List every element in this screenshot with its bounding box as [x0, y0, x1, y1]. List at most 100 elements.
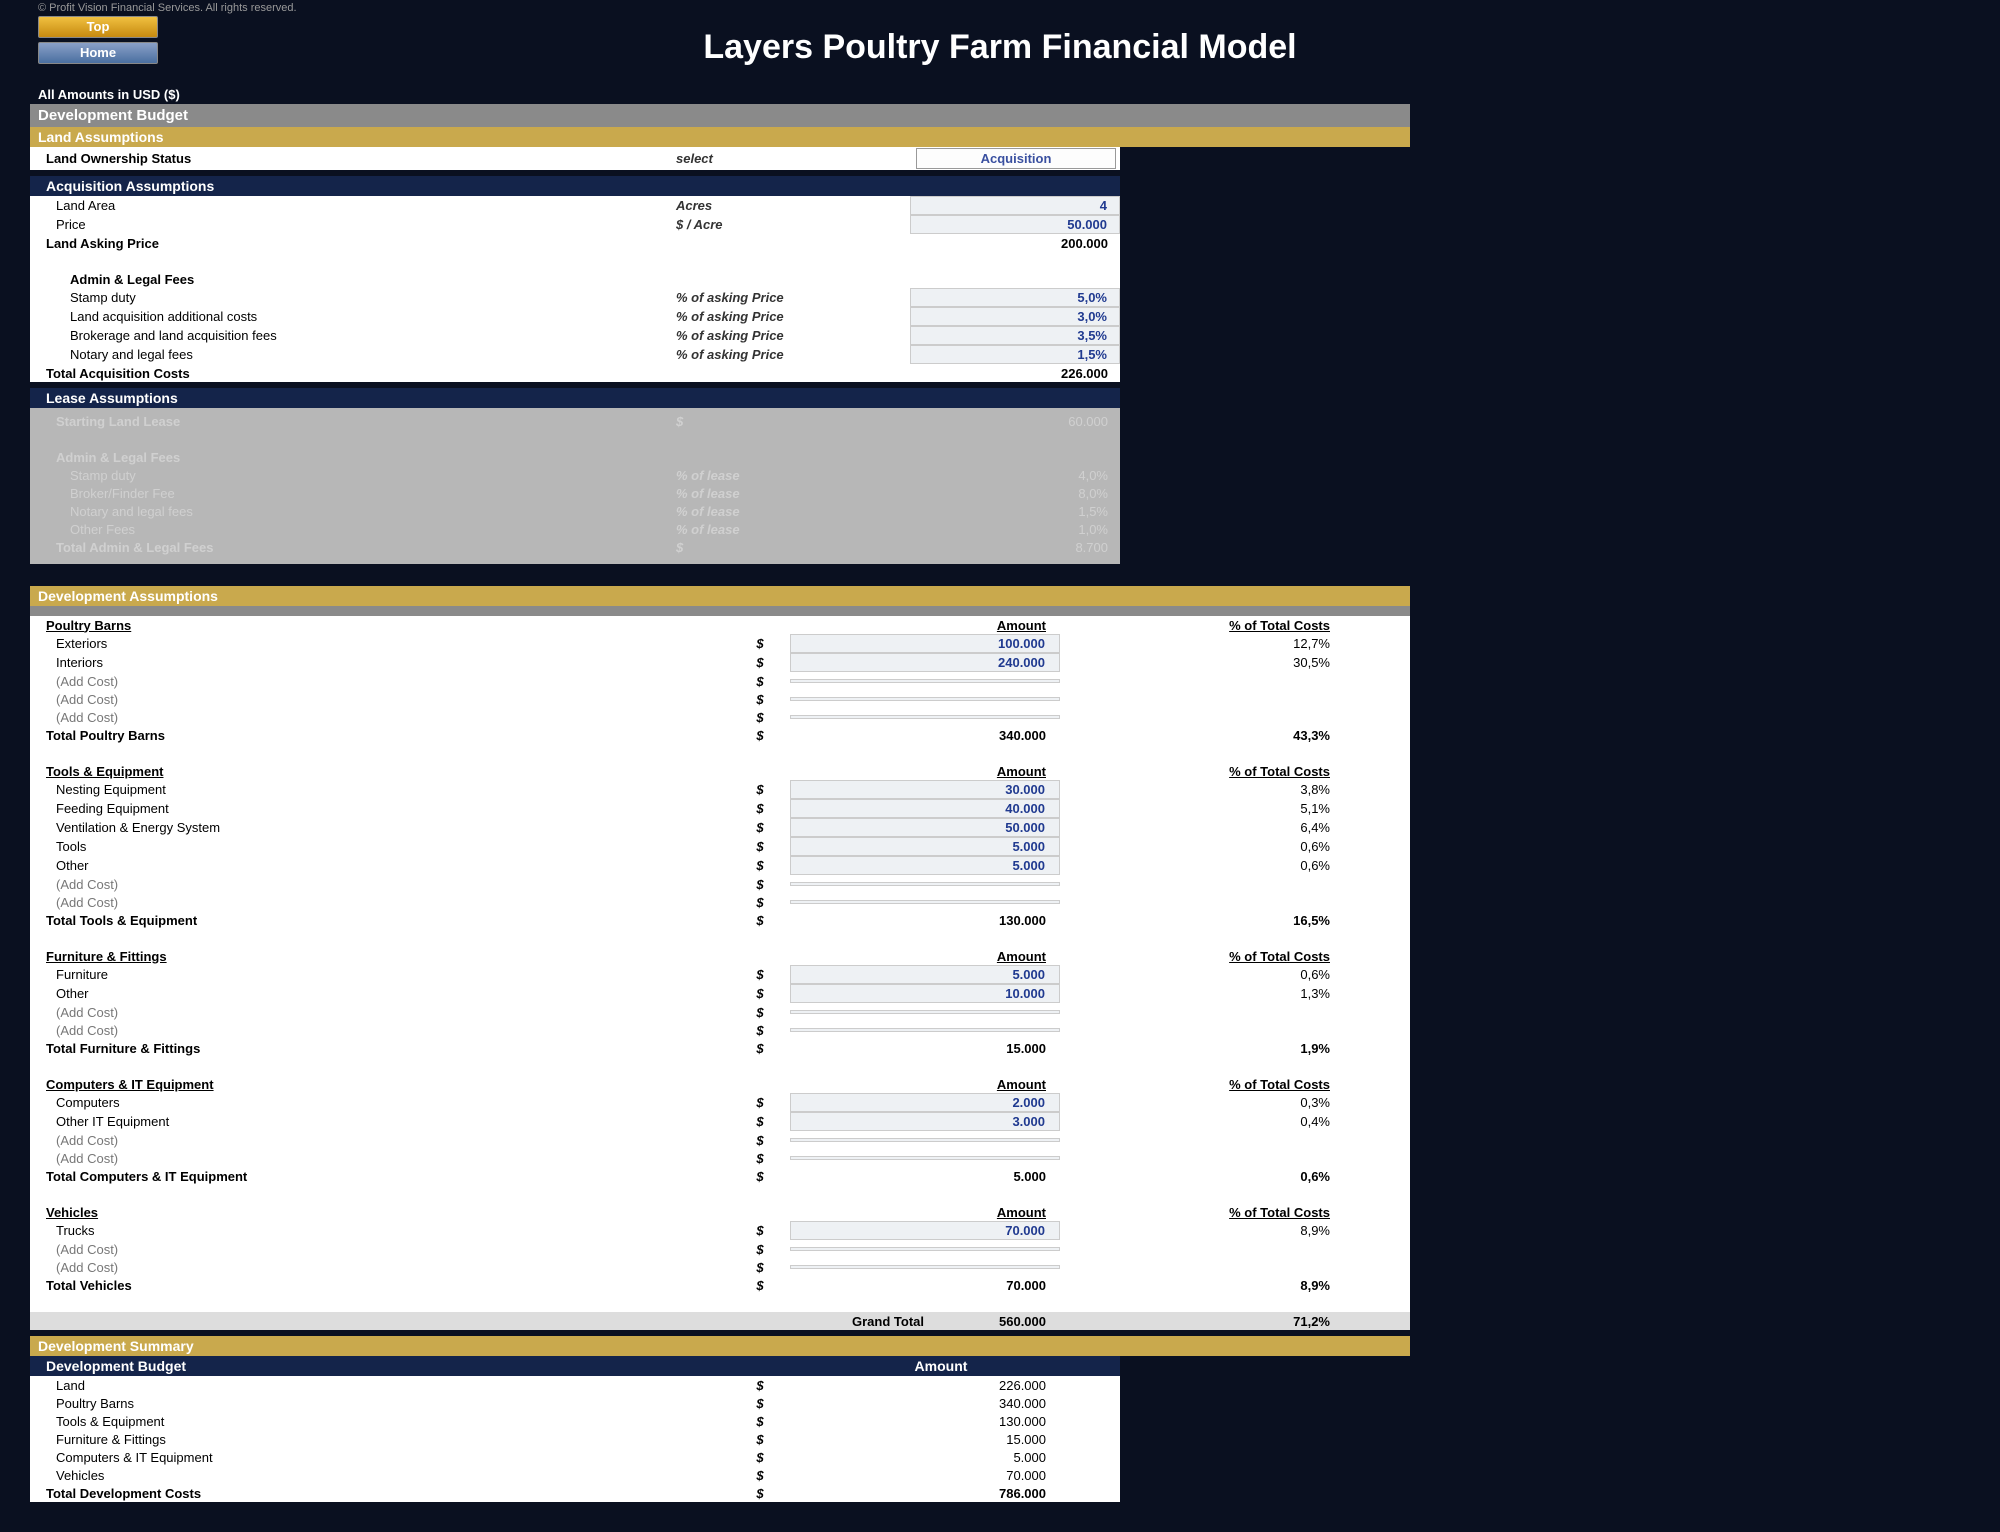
currency-unit: $ — [730, 635, 790, 652]
currency-unit: $ — [730, 673, 790, 690]
home-button[interactable]: Home — [38, 42, 158, 64]
section-heading-development-budget: Development Budget — [30, 104, 1410, 127]
dev-row-pct — [1100, 1011, 1360, 1013]
currency-unit: $ — [730, 1094, 790, 1111]
asking-price-label: Land Asking Price — [30, 235, 670, 252]
currency-unit: $ — [730, 1113, 790, 1130]
dev-row-pct: 12,7% — [1100, 635, 1360, 652]
summary-row-label: Furniture & Fittings — [30, 1431, 730, 1448]
summary-row-amt: 340.000 — [790, 1395, 1060, 1412]
currency-unit: $ — [730, 1467, 790, 1484]
lease-fee-value: 8,0% — [910, 485, 1120, 502]
acq-fee-input[interactable]: 3,0% — [910, 307, 1120, 326]
dev-amount-input[interactable]: 5.000 — [790, 856, 1060, 875]
dev-row-label: (Add Cost) — [30, 1259, 730, 1276]
currency-unit: $ — [730, 654, 790, 671]
dev-amount-input[interactable]: 5.000 — [790, 965, 1060, 984]
summary-row-amt: 15.000 — [790, 1431, 1060, 1448]
summary-row-label: Tools & Equipment — [30, 1413, 730, 1430]
lease-fees-heading: Admin & Legal Fees — [30, 449, 670, 466]
dev-amount-input[interactable]: 2.000 — [790, 1093, 1060, 1112]
acq-fee-unit: % of asking Price — [670, 308, 910, 325]
land-ownership-select[interactable]: Acquisition — [916, 148, 1116, 169]
summary-amount-heading: Amount — [806, 1358, 1076, 1374]
currency-unit: $ — [730, 1395, 790, 1412]
top-button[interactable]: Top — [38, 16, 158, 38]
currency-unit: $ — [730, 1241, 790, 1258]
currency-unit: $ — [730, 1150, 790, 1167]
group-heading: Vehicles — [30, 1204, 730, 1221]
currency-unit: $ — [730, 912, 790, 929]
price-unit: $ / Acre — [670, 216, 910, 233]
dev-row-label: (Add Cost) — [30, 691, 730, 708]
group-total-amt: 340.000 — [790, 727, 1060, 744]
dev-row-label: Nesting Equipment — [30, 781, 730, 798]
total-acq-label: Total Acquisition Costs — [30, 365, 670, 382]
dev-amount-input[interactable] — [790, 697, 1060, 701]
lease-total-label: Total Admin & Legal Fees — [30, 539, 670, 556]
group-total-pct: 16,5% — [1100, 912, 1360, 929]
dev-amount-input[interactable]: 50.000 — [790, 818, 1060, 837]
summary-row-amt: 70.000 — [790, 1467, 1060, 1484]
lease-fee-value: 1,0% — [910, 521, 1120, 538]
acq-fee-input[interactable]: 1,5% — [910, 345, 1120, 364]
dev-row-pct — [1100, 1029, 1360, 1031]
dev-amount-input[interactable] — [790, 1028, 1060, 1032]
section-heading-dev-summary: Development Summary — [30, 1336, 1410, 1356]
lease-total-unit: $ — [670, 539, 910, 556]
dev-row-pct: 1,3% — [1100, 985, 1360, 1002]
lease-start-label: Starting Land Lease — [30, 413, 670, 430]
group-total-label: Total Vehicles — [30, 1277, 730, 1294]
group-heading: Tools & Equipment — [30, 763, 730, 780]
land-area-input[interactable]: 4 — [910, 196, 1120, 215]
summary-row-label: Poultry Barns — [30, 1395, 730, 1412]
dev-row-label: Exteriors — [30, 635, 730, 652]
currency-unit: $ — [730, 1277, 790, 1294]
group-total-label: Total Tools & Equipment — [30, 912, 730, 929]
dev-amount-input[interactable]: 40.000 — [790, 799, 1060, 818]
pct-heading: % of Total Costs — [1100, 948, 1360, 965]
dev-amount-input[interactable] — [790, 1010, 1060, 1014]
lease-fee-label: Broker/Finder Fee — [30, 485, 670, 502]
land-ownership-unit: select — [670, 150, 910, 167]
section-heading-lease-assumptions: Lease Assumptions — [30, 388, 1120, 408]
currency-note: All Amounts in USD ($) — [30, 87, 1410, 102]
dev-amount-input[interactable]: 240.000 — [790, 653, 1060, 672]
admin-fees-heading: Admin & Legal Fees — [30, 271, 670, 288]
lease-fee-label: Notary and legal fees — [30, 503, 670, 520]
dev-amount-input[interactable] — [790, 1138, 1060, 1142]
dev-amount-input[interactable] — [790, 1265, 1060, 1269]
pct-heading: % of Total Costs — [1100, 1204, 1360, 1221]
dev-amount-input[interactable]: 30.000 — [790, 780, 1060, 799]
dev-amount-input[interactable]: 5.000 — [790, 837, 1060, 856]
copyright-text: © Profit Vision Financial Services. All … — [30, 0, 1970, 18]
amount-heading: Amount — [790, 1076, 1060, 1093]
price-input[interactable]: 50.000 — [910, 215, 1120, 234]
dev-amount-input[interactable] — [790, 900, 1060, 904]
group-total-label: Total Furniture & Fittings — [30, 1040, 730, 1057]
currency-unit: $ — [730, 1449, 790, 1466]
dev-amount-input[interactable]: 70.000 — [790, 1221, 1060, 1240]
currency-unit: $ — [730, 1431, 790, 1448]
currency-unit: $ — [730, 1004, 790, 1021]
dev-amount-input[interactable] — [790, 715, 1060, 719]
dev-amount-input[interactable] — [790, 882, 1060, 886]
dev-row-pct: 0,6% — [1100, 838, 1360, 855]
acq-fee-input[interactable]: 5,0% — [910, 288, 1120, 307]
lease-fee-unit: % of lease — [670, 467, 910, 484]
amount-heading: Amount — [790, 1204, 1060, 1221]
summary-row-amt: 226.000 — [790, 1377, 1060, 1394]
dev-amount-input[interactable] — [790, 1156, 1060, 1160]
dev-row-pct: 3,8% — [1100, 781, 1360, 798]
dev-amount-input[interactable]: 100.000 — [790, 634, 1060, 653]
dev-amount-input[interactable]: 3.000 — [790, 1112, 1060, 1131]
dev-amount-input[interactable]: 10.000 — [790, 984, 1060, 1003]
dev-row-pct — [1100, 1157, 1360, 1159]
group-total-pct: 43,3% — [1100, 727, 1360, 744]
dev-amount-input[interactable] — [790, 1247, 1060, 1251]
group-total-amt: 5.000 — [790, 1168, 1060, 1185]
acq-fee-input[interactable]: 3,5% — [910, 326, 1120, 345]
asking-price-value: 200.000 — [910, 235, 1120, 252]
dev-row-pct: 5,1% — [1100, 800, 1360, 817]
dev-amount-input[interactable] — [790, 679, 1060, 683]
